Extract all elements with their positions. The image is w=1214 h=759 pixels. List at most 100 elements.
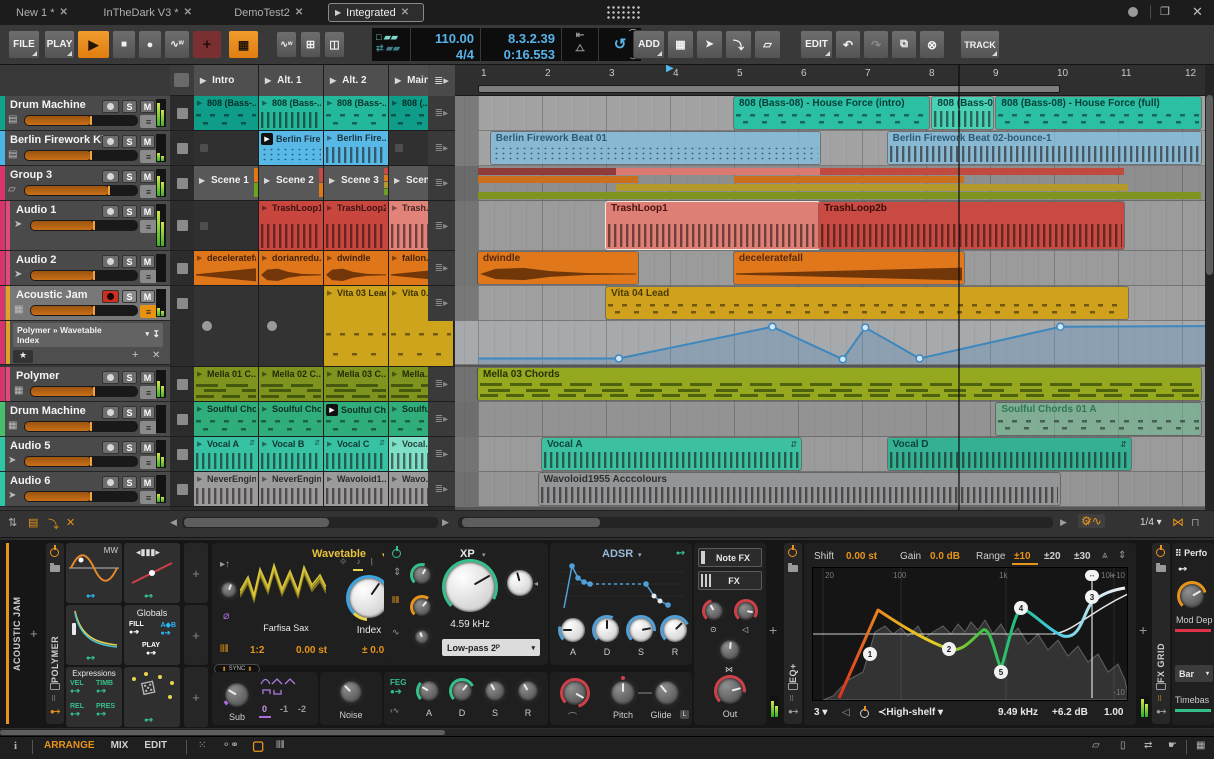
clip-slot[interactable]: ▶ Vocal C ⇵ bbox=[324, 437, 389, 471]
eq-band-q-value[interactable]: 1.00 bbox=[1104, 707, 1123, 718]
mute-button[interactable]: M bbox=[140, 371, 155, 384]
track-menu-button[interactable]: ≡ bbox=[140, 421, 157, 434]
track-header[interactable]: Berlin Firework Kit S M ▤ ≡ bbox=[0, 131, 170, 166]
clip-play-icon[interactable]: ▶ bbox=[327, 440, 332, 448]
track-header[interactable]: Audio 5 S M ➤ ≡ bbox=[0, 437, 170, 472]
mute-button[interactable]: M bbox=[140, 135, 155, 148]
clip-stop-button[interactable] bbox=[177, 379, 188, 390]
globals-fill[interactable]: FILL ●➔ bbox=[129, 621, 144, 636]
mod-source-arrow[interactable]: ●➔ bbox=[144, 592, 153, 600]
clip-stop-button[interactable] bbox=[177, 484, 188, 495]
noise-cell[interactable]: Noise bbox=[320, 672, 382, 725]
mute-button[interactable]: M bbox=[140, 441, 155, 454]
eq-band-node[interactable]: 4 bbox=[1014, 601, 1028, 615]
clip-slot[interactable]: ▶ 808 (Bass-... bbox=[324, 96, 389, 130]
row-menu-cell[interactable]: ≣▸ bbox=[428, 286, 455, 321]
eq-band-type-dropdown[interactable]: ≺High-shelf ▾ bbox=[878, 707, 943, 718]
clip-play-icon[interactable]: ▶ bbox=[327, 254, 332, 262]
adsr-mod-arrow[interactable]: ●➔ bbox=[676, 549, 685, 557]
mute-button[interactable]: M bbox=[140, 476, 155, 489]
track-name[interactable]: Audio 1 bbox=[16, 204, 56, 216]
scene-launch-cell[interactable]: ▶ Alt. 1 bbox=[259, 65, 324, 96]
clip-slot[interactable]: ▶ deceleratefall bbox=[194, 251, 259, 285]
row-menu-cell[interactable]: ≣▸ bbox=[428, 402, 455, 436]
scene-play-icon[interactable]: ▶ bbox=[264, 176, 270, 185]
track-header[interactable]: Group 3 S M ▱ ≡ bbox=[0, 166, 170, 201]
arm-record-button[interactable] bbox=[102, 100, 119, 113]
vertical-scroll-thumb[interactable] bbox=[1206, 95, 1213, 275]
eq-range-option[interactable]: ±30 bbox=[1074, 551, 1091, 562]
pin-icon[interactable]: ↧ bbox=[152, 329, 160, 340]
scene-play-icon[interactable]: ▶ bbox=[200, 76, 206, 85]
arranger-scroll-thumb[interactable] bbox=[462, 518, 600, 527]
add-layer-button[interactable]: ⊞ bbox=[300, 31, 321, 58]
mod-expressions-cell[interactable]: Expressions VEL ●➔ TIMB ●➔ REL ●➔ PRES ●➔ bbox=[66, 667, 122, 727]
arm-record-button[interactable] bbox=[102, 476, 119, 489]
arranger-clip[interactable]: TrashLoop1 bbox=[606, 202, 820, 249]
mute-button[interactable]: M bbox=[140, 290, 155, 303]
fx-button[interactable]: FX bbox=[698, 571, 762, 590]
device-expand-icon[interactable]: ●➔ bbox=[1156, 707, 1167, 716]
track-name[interactable]: Drum Machine bbox=[10, 405, 86, 417]
clip-slot[interactable]: ▶ TrashLoop1 bbox=[259, 201, 324, 250]
clip-play-icon[interactable]: ▶ bbox=[392, 289, 397, 297]
eq-band-node[interactable]: 1 bbox=[863, 647, 877, 661]
adsr-knob-r[interactable] bbox=[660, 615, 690, 645]
arranger-clip[interactable]: Mella 03 Chords bbox=[478, 368, 1202, 400]
eq-band-drag-icon[interactable]: ↔ bbox=[1085, 570, 1099, 581]
dual-panel-button[interactable]: ◫ bbox=[324, 31, 345, 58]
filter-envelope-cell[interactable]: FEG ●➔ ‹∿ A D S R bbox=[384, 672, 548, 725]
eq-gain-value[interactable]: 0.0 dB bbox=[930, 551, 960, 562]
glide-knob[interactable] bbox=[652, 678, 682, 708]
row-menu-cell[interactable]: ≣▸ bbox=[428, 96, 455, 130]
mod-keytrack-cell[interactable]: ◂▮▮▮▸ ●➔ bbox=[124, 543, 180, 603]
arranger-clip[interactable]: 808 (Bass-08) - House Force (intro) bbox=[734, 97, 930, 129]
arranger-clip[interactable]: 808 (Bass-08) - House Force (full) bbox=[996, 97, 1202, 129]
row-menu-cell[interactable]: ≣▸ bbox=[428, 131, 455, 165]
volume-fader[interactable] bbox=[24, 150, 138, 161]
track-header[interactable]: Polymer S M ▦ ≡ bbox=[0, 367, 170, 402]
playhead-marker-icon[interactable]: ▶ bbox=[666, 65, 674, 74]
info-icon[interactable]: i bbox=[14, 740, 17, 752]
expression-pres[interactable]: PRES ●➔ bbox=[96, 703, 115, 718]
eq-band-gain-value[interactable]: +6.2 dB bbox=[1052, 707, 1088, 718]
device-power-icon[interactable] bbox=[1156, 548, 1165, 557]
add-modulator-button[interactable]: + bbox=[184, 667, 208, 727]
clip-slot[interactable]: ▶ Soulful Cho... bbox=[194, 402, 259, 436]
osc-mode-icons[interactable]: ⟐ ♪ | bbox=[340, 557, 377, 567]
track-list-view-icon[interactable]: ▤ bbox=[28, 516, 38, 529]
clip-slot[interactable]: ▶ Vocal A ⇵ bbox=[194, 437, 259, 471]
arm-record-button[interactable] bbox=[102, 135, 119, 148]
file-menu-button[interactable]: FILE bbox=[8, 30, 40, 59]
clip-play-icon[interactable]: ▶ bbox=[262, 99, 267, 107]
filter-resonance-knob[interactable] bbox=[504, 567, 536, 599]
arranger-clip[interactable]: Berlin Firework Beat 01 bbox=[490, 132, 821, 164]
track-header[interactable]: Drum Machine S M ▦ ≡ bbox=[0, 402, 170, 437]
solo-button[interactable]: S bbox=[122, 205, 137, 218]
clip-play-icon[interactable]: ▶ bbox=[392, 475, 397, 483]
clip-stop-button[interactable] bbox=[177, 263, 188, 274]
track-menu-button[interactable]: ≡ bbox=[140, 386, 157, 399]
redo-button[interactable]: ↷ bbox=[863, 30, 889, 59]
solo-button[interactable]: S bbox=[122, 406, 137, 419]
device-folder-icon[interactable] bbox=[50, 563, 60, 572]
device-folder-icon[interactable] bbox=[1156, 563, 1166, 572]
launcher-scroll-left-arrow[interactable]: ◀ bbox=[170, 517, 177, 528]
filter-spread-icon[interactable]: ⇕ bbox=[393, 567, 401, 578]
track-header[interactable]: Audio 2 S M ➤ ≡ bbox=[0, 251, 170, 286]
arm-record-button[interactable] bbox=[102, 441, 119, 454]
file-page-icon[interactable]: ▯ bbox=[1120, 740, 1126, 751]
sub-oscillator-cell[interactable]: Sub 0 -1 -2 bbox=[212, 672, 318, 725]
tab-close-icon[interactable]: ✕ bbox=[60, 7, 68, 18]
mixer-io-icon[interactable]: ⇄ bbox=[1144, 740, 1152, 751]
eq-spectrum-icon[interactable]: ⩓ bbox=[1102, 550, 1108, 561]
spread-knob[interactable] bbox=[717, 637, 743, 663]
tab-close-icon[interactable]: ✕ bbox=[295, 7, 303, 18]
add-modulator-button[interactable]: + bbox=[184, 543, 208, 603]
record-slot-dot[interactable] bbox=[202, 321, 212, 331]
track-name[interactable]: Polymer bbox=[16, 370, 59, 382]
clip-play-icon[interactable]: ▶ bbox=[327, 99, 332, 107]
tab-close-icon[interactable]: ✕ bbox=[401, 7, 409, 18]
track-name[interactable]: Audio 6 bbox=[10, 475, 50, 487]
arranger-scrollbar[interactable] bbox=[458, 517, 1053, 528]
